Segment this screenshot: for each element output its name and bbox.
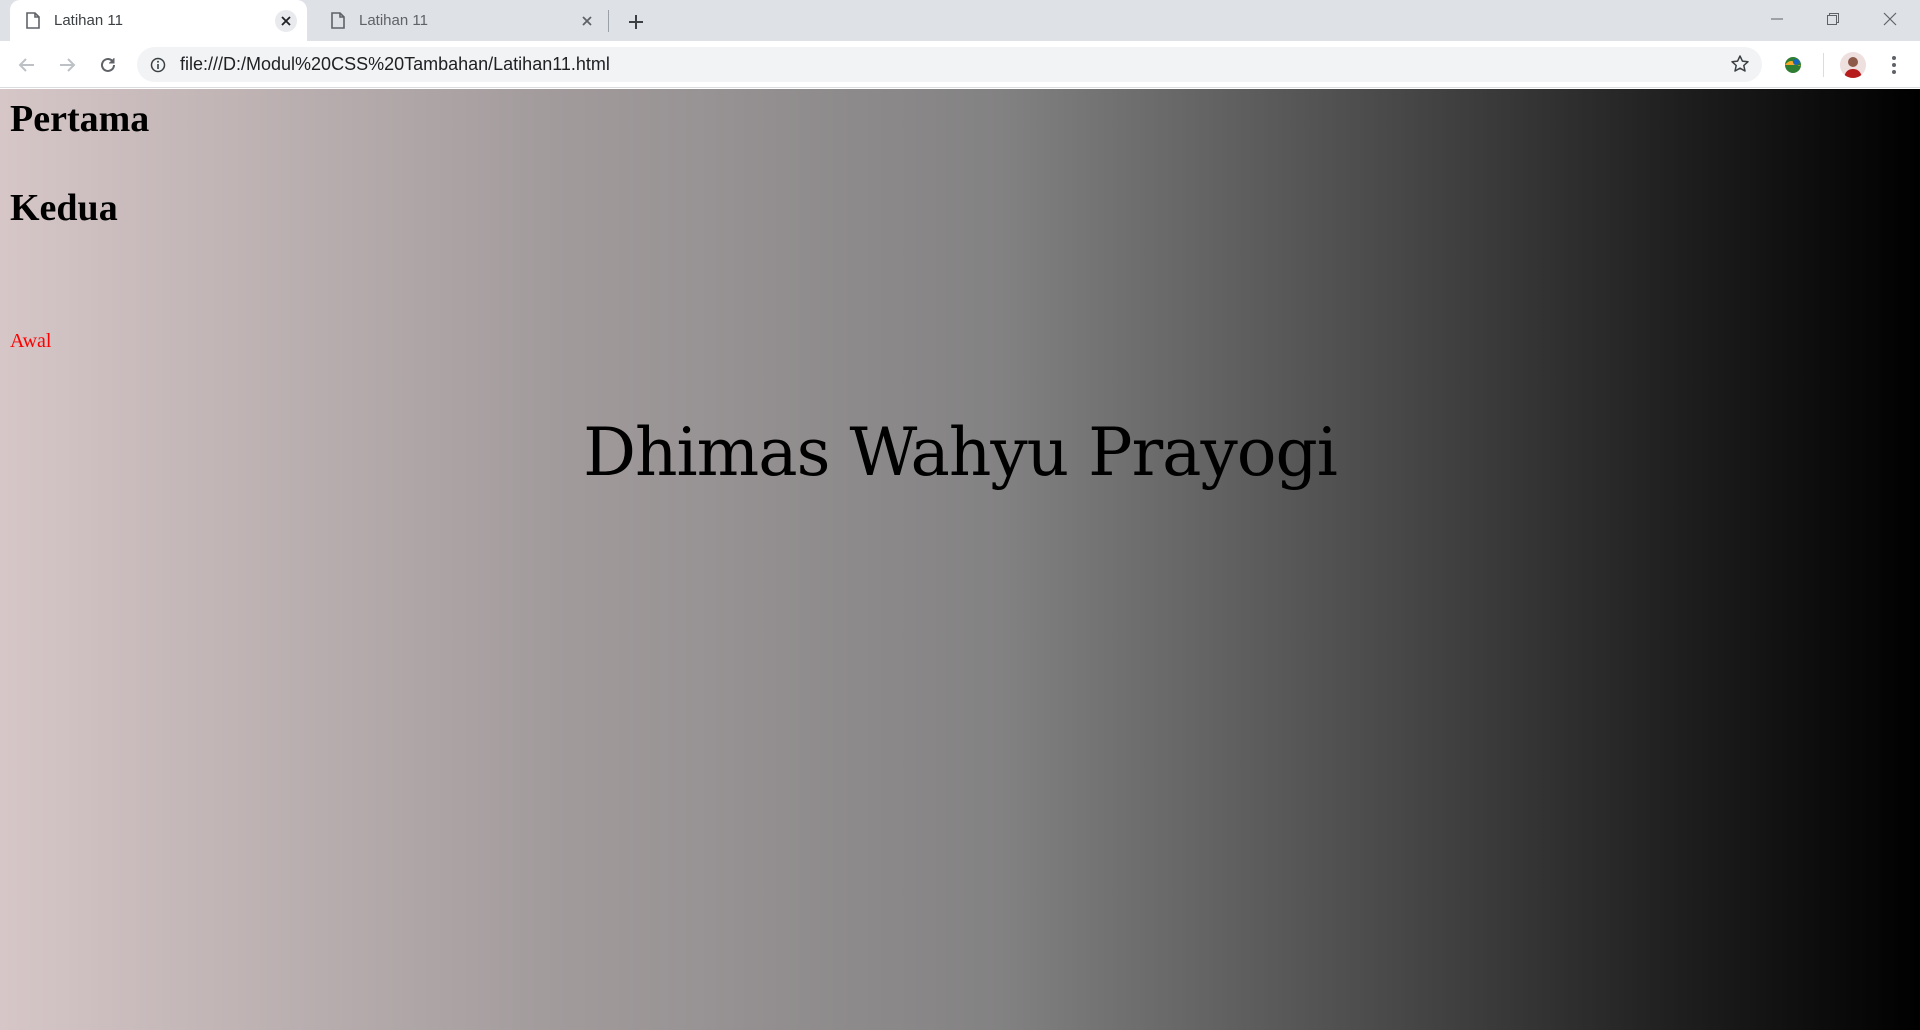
- toolbar-divider: [1823, 53, 1824, 77]
- plus-icon: [629, 15, 643, 29]
- url-text[interactable]: file:///D:/Modul%20CSS%20Tambahan/Latiha…: [180, 54, 610, 75]
- close-window-button[interactable]: [1862, 0, 1918, 38]
- more-vert-icon[interactable]: [1882, 53, 1906, 77]
- tab-separator: [608, 10, 609, 32]
- tab-close-icon[interactable]: [275, 9, 297, 32]
- browser-toolbar: file:///D:/Modul%20CSS%20Tambahan/Latiha…: [0, 41, 1920, 88]
- tab-title: Latihan 11: [54, 12, 123, 29]
- heading-kedua: Kedua: [10, 187, 118, 229]
- avatar[interactable]: [1840, 52, 1866, 78]
- document-icon: [26, 12, 40, 29]
- reload-icon: [101, 57, 115, 72]
- tab-close-icon[interactable]: [576, 10, 598, 32]
- address-bar[interactable]: file:///D:/Modul%20CSS%20Tambahan/Latiha…: [137, 47, 1762, 82]
- extension-icon[interactable]: [1781, 53, 1805, 77]
- restore-icon: [1827, 13, 1839, 25]
- name-text: Dhimas Wahyu Prayogi: [583, 414, 1338, 491]
- tab-latihan11-active[interactable]: Latihan 11: [10, 0, 307, 41]
- heading-pertama: Pertama: [10, 98, 150, 140]
- star-icon[interactable]: [1730, 54, 1750, 74]
- reload-button[interactable]: [93, 50, 123, 80]
- back-button[interactable]: [12, 50, 42, 80]
- tab-title: Latihan 11: [359, 12, 428, 29]
- tab-strip: Latihan 11 Latihan 11: [0, 0, 1920, 41]
- new-tab-button[interactable]: [622, 8, 650, 36]
- arrow-right-icon: [60, 58, 76, 72]
- minimize-button[interactable]: [1749, 0, 1805, 38]
- close-icon: [1883, 12, 1897, 26]
- forward-button[interactable]: [52, 50, 82, 80]
- link-awal[interactable]: Awal: [10, 330, 51, 353]
- restore-button[interactable]: [1805, 0, 1861, 38]
- tab-latihan11[interactable]: Latihan 11: [315, 0, 608, 41]
- page-viewport: Pertama Kedua Awal Dhimas Wahyu Prayogi: [0, 89, 1920, 1030]
- document-icon: [331, 12, 345, 29]
- arrow-left-icon: [18, 58, 34, 72]
- minimize-icon: [1771, 18, 1783, 20]
- info-icon[interactable]: [150, 57, 166, 73]
